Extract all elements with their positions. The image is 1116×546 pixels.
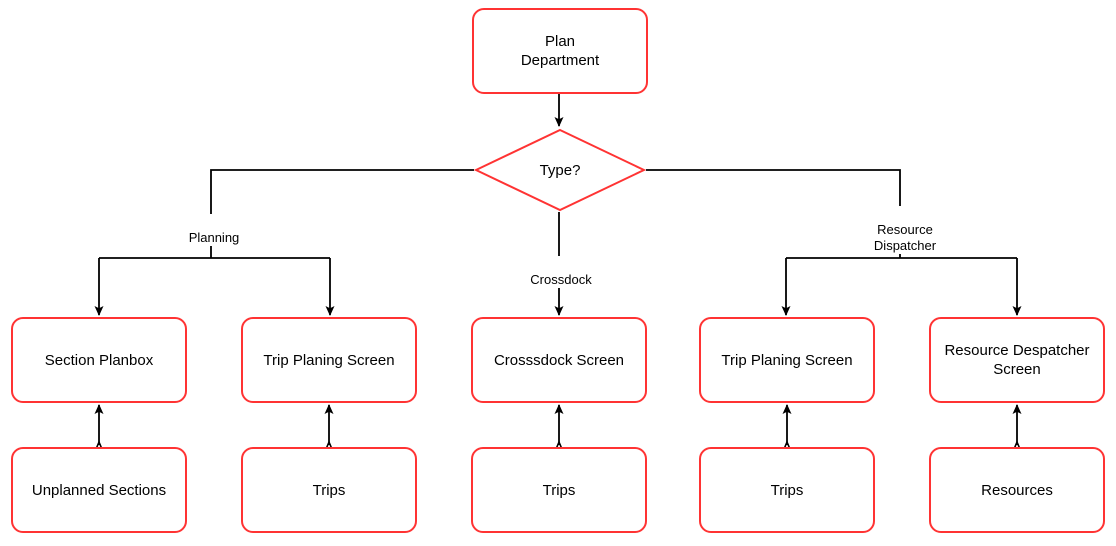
node-type-decision[interactable]: Type? bbox=[474, 128, 646, 212]
edge-label-planning: Planning bbox=[178, 214, 250, 246]
node-unplanned-sections-label: Unplanned Sections bbox=[31, 481, 167, 499]
edge-type-left-trunk bbox=[210, 169, 474, 258]
node-trips-1-label: Trips bbox=[312, 481, 346, 499]
node-trip-planing-screen-left[interactable]: Trip Planing Screen bbox=[241, 317, 417, 403]
node-trips-1[interactable]: Trips bbox=[241, 447, 417, 533]
node-trip-planing-screen-right[interactable]: Trip Planing Screen bbox=[699, 317, 875, 403]
edge-label-resource-dispatcher-text: Resource Dispatcher bbox=[873, 222, 937, 253]
edge-label-planning-text: Planning bbox=[188, 230, 240, 245]
edge-label-resource-dispatcher: Resource Dispatcher bbox=[856, 206, 954, 254]
node-resource-despatcher-screen-label: Resource Despatcher Screen bbox=[944, 342, 1090, 378]
node-trip-planing-screen-right-label: Trip Planing Screen bbox=[721, 351, 853, 369]
node-plan-department[interactable]: Plan Department bbox=[472, 8, 648, 94]
node-trips-2[interactable]: Trips bbox=[471, 447, 647, 533]
node-resources[interactable]: Resources bbox=[929, 447, 1105, 533]
node-section-planbox-label: Section Planbox bbox=[44, 351, 154, 369]
edge-label-crossdock: Crossdock bbox=[518, 256, 604, 288]
node-trips-3[interactable]: Trips bbox=[699, 447, 875, 533]
node-crosssdock-screen[interactable]: Crosssdock Screen bbox=[471, 317, 647, 403]
node-plan-department-label: Plan Department bbox=[520, 33, 600, 69]
node-trip-planing-screen-left-label: Trip Planing Screen bbox=[263, 351, 395, 369]
node-trips-3-label: Trips bbox=[770, 481, 804, 499]
node-resources-label: Resources bbox=[981, 481, 1053, 499]
node-type-decision-label: Type? bbox=[539, 161, 581, 179]
edge-label-crossdock-text: Crossdock bbox=[530, 272, 592, 287]
flowchart-canvas: Plan Department Type? Planning Crossdock… bbox=[0, 0, 1116, 546]
node-section-planbox[interactable]: Section Planbox bbox=[11, 317, 187, 403]
node-resource-despatcher-screen[interactable]: Resource Despatcher Screen bbox=[929, 317, 1105, 403]
node-crosssdock-screen-label: Crosssdock Screen bbox=[493, 351, 625, 369]
node-unplanned-sections[interactable]: Unplanned Sections bbox=[11, 447, 187, 533]
node-trips-2-label: Trips bbox=[542, 481, 576, 499]
